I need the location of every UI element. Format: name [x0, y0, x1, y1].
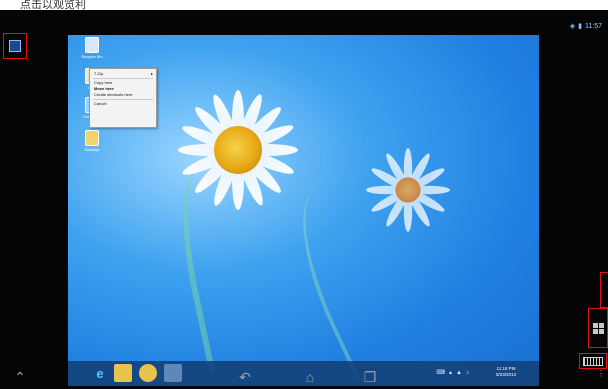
remote-desktop-icon[interactable] [9, 40, 21, 52]
windows-logo-highlight[interactable] [588, 308, 608, 348]
submenu-arrow-icon: ▸ [150, 71, 153, 76]
menu-item-cancel[interactable]: Cancel [90, 101, 156, 107]
android-nav-bar: ⌃ ↶ ⌂ ❐ [0, 366, 608, 389]
menu-item-create-shortcuts[interactable]: Create shortcuts here [90, 92, 156, 98]
battery-icon: ▮ [578, 23, 582, 30]
tablet-screen: ◈ ▮ 11:57 Recycle Bin Desktop 7-Zip ▸ Co… [0, 10, 608, 389]
windows-logo-icon[interactable] [592, 322, 604, 334]
status-time: 11:57 [585, 22, 602, 30]
right-edge-highlight [600, 272, 608, 308]
menu-item-7zip[interactable]: 7-Zip ▸ [90, 71, 156, 77]
context-menu: 7-Zip ▸ Copy here Move here Create short… [89, 68, 157, 128]
desktop-icon-desktop[interactable]: Desktop [78, 130, 106, 152]
status-bar: ◈ ▮ 11:57 [569, 22, 602, 31]
top-caption: 点击以观览利 [0, 0, 608, 10]
left-highlight[interactable] [3, 33, 27, 59]
home-icon[interactable]: ⌂ [300, 368, 320, 386]
windows-desktop: Recycle Bin 7-Zip Computer Desktop 7-Zip… [68, 35, 539, 386]
desktop-icon-recycle-bin[interactable]: Recycle Bin [78, 37, 106, 59]
wifi-icon: ◈ [569, 23, 576, 30]
folder-icon [85, 130, 99, 146]
hide-nav-icon[interactable]: ⌃ [10, 368, 30, 386]
recycle-bin-icon [85, 37, 99, 53]
keyboard-icon[interactable] [583, 356, 603, 366]
back-icon[interactable]: ↶ [235, 368, 255, 386]
recent-apps-icon[interactable]: ❐ [360, 368, 380, 386]
